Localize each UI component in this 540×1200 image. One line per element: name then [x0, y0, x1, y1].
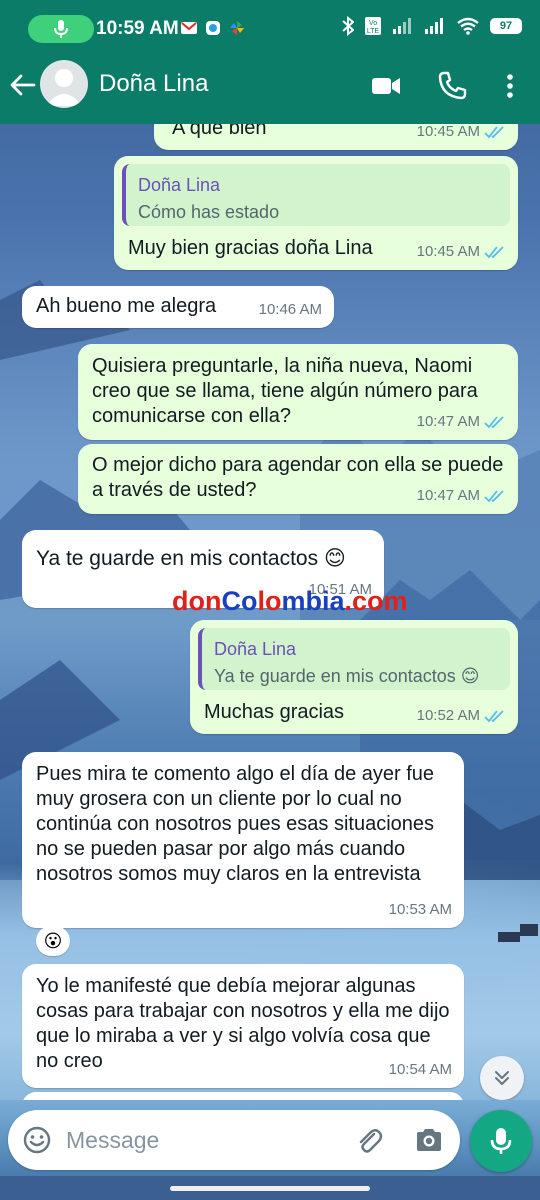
- battery-level: 97: [499, 20, 513, 32]
- message-reaction[interactable]: 😮: [36, 926, 70, 956]
- read-ticks-icon: [484, 125, 504, 138]
- video-call-icon[interactable]: [370, 70, 402, 102]
- svg-text:Vo: Vo: [369, 20, 377, 27]
- signal-icon: [393, 18, 411, 34]
- message-meta: 10:54 AM: [389, 1057, 452, 1082]
- volte-icon: Vo LTE: [365, 17, 381, 35]
- phone-icon[interactable]: [436, 70, 468, 102]
- scroll-to-bottom-button[interactable]: [480, 1056, 524, 1100]
- message-bubble-incoming[interactable]: Ah bueno me alegra 10:46 AM: [22, 286, 334, 328]
- message-meta: 10:47 AM: [417, 483, 506, 508]
- home-indicator[interactable]: [170, 1186, 370, 1191]
- quoted-sender: Doña Lina: [214, 639, 297, 659]
- voice-message-button[interactable]: [470, 1110, 532, 1172]
- battery-icon: 97: [490, 18, 522, 34]
- gmail-icon: [181, 22, 197, 34]
- quoted-message[interactable]: Doña Lina Cómo has estado: [122, 164, 510, 226]
- message-time: 10:45 AM: [416, 243, 480, 260]
- message-text: Ya te guarde en mis contactos 😊: [36, 547, 346, 570]
- system-nav-bar: [0, 1176, 540, 1200]
- message-time: 10:53 AM: [388, 901, 452, 918]
- quoted-text: Cómo has estado: [138, 202, 280, 222]
- message-bubble-incoming[interactable]: Pues mira te comento algo el día de ayer…: [22, 752, 464, 928]
- attach-icon[interactable]: [354, 1125, 384, 1155]
- message-time: 10:47 AM: [416, 487, 480, 504]
- message-composer: [8, 1110, 460, 1170]
- message-bubble-outgoing[interactable]: Doña Lina Cómo has estado Muy bien graci…: [114, 156, 518, 270]
- status-time: 10:59 AM: [96, 18, 179, 39]
- message-meta: 10:47 AM: [417, 409, 506, 434]
- emoji-icon[interactable]: [22, 1125, 52, 1155]
- quoted-message[interactable]: Doña Lina Ya te guarde en mis contactos …: [198, 628, 510, 690]
- message-list[interactable]: A que bien 10:45 AM Doña Lina Cómo has e…: [0, 124, 540, 1100]
- message-time: 10:45 AM: [416, 124, 480, 140]
- read-ticks-icon: [484, 415, 504, 428]
- message-time: 10:46 AM: [258, 301, 322, 318]
- avatar[interactable]: [40, 60, 88, 108]
- message-meta: 10:46 AM: [259, 297, 322, 322]
- message-meta: 10:45 AM: [417, 124, 506, 144]
- back-arrow-icon[interactable]: [8, 70, 38, 100]
- watermark-logo: donColombia.com: [172, 586, 408, 616]
- message-time: 10:54 AM: [388, 1061, 452, 1078]
- signal-icon-2: [425, 18, 443, 34]
- message-bubble-outgoing[interactable]: A que bien 10:45 AM: [154, 124, 518, 150]
- message-input[interactable]: [66, 1122, 336, 1158]
- avatar-icon: [46, 69, 82, 106]
- read-ticks-icon: [484, 709, 504, 722]
- svg-text:LTE: LTE: [367, 28, 380, 35]
- chat-header: Doña Lina: [0, 46, 540, 124]
- message-bubble-incoming-partial[interactable]: [22, 1092, 464, 1100]
- message-time: 10:47 AM: [416, 413, 480, 430]
- message-bubble-outgoing[interactable]: Doña Lina Ya te guarde en mis contactos …: [190, 620, 518, 734]
- message-bubble-outgoing[interactable]: Quisiera preguntarle, la niña nueva, Nao…: [78, 344, 518, 440]
- double-chevron-down-icon: [495, 1071, 509, 1085]
- mic-icon: [490, 1128, 512, 1154]
- camera-icon[interactable]: [414, 1125, 444, 1155]
- more-vert-icon[interactable]: [494, 70, 526, 102]
- message-bubble-outgoing[interactable]: O mejor dicho para agendar con ella se p…: [78, 444, 518, 514]
- message-meta: 10:52 AM: [417, 703, 506, 728]
- quoted-sender: Doña Lina: [138, 175, 221, 195]
- quoted-text: Ya te guarde en mis contactos 😊: [214, 666, 480, 686]
- mic-in-use-indicator[interactable]: [28, 15, 94, 43]
- message-text: Pues mira te comento algo el día de ayer…: [36, 763, 435, 885]
- wifi-icon: [457, 17, 479, 35]
- message-bubble-incoming[interactable]: Yo le manifesté que debía mejorar alguna…: [22, 964, 464, 1088]
- mic-icon: [54, 20, 68, 38]
- contact-name[interactable]: Doña Lina: [99, 70, 208, 98]
- message-meta: 10:45 AM: [417, 239, 506, 264]
- bluetooth-icon: [342, 16, 354, 36]
- read-ticks-icon: [484, 245, 504, 258]
- message-time: 10:52 AM: [416, 707, 480, 724]
- notification-icon: [206, 21, 220, 35]
- read-ticks-icon: [484, 489, 504, 502]
- message-meta: 10:53 AM: [389, 897, 452, 922]
- pinwheel-icon: [230, 21, 244, 35]
